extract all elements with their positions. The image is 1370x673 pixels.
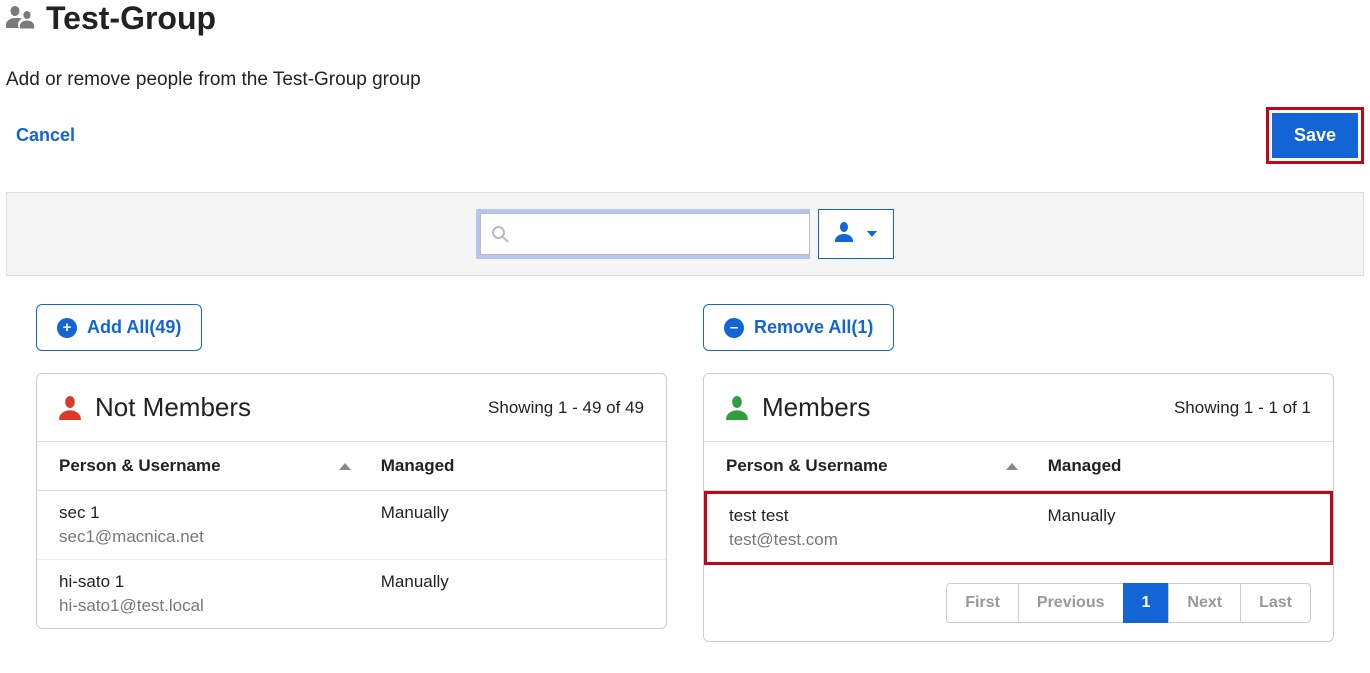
table-row[interactable]: sec 1 sec1@macnica.net Manually [37,491,666,560]
chevron-down-icon [867,231,877,237]
add-all-button[interactable]: + Add All(49) [36,304,202,351]
save-highlight: Save [1266,107,1364,164]
person-name: test test [729,506,1047,526]
pager-first[interactable]: First [946,583,1019,623]
minus-circle-icon: – [724,318,744,338]
table-row[interactable]: hi-sato 1 hi-sato1@test.local Manually [37,560,666,628]
person-username: sec1@macnica.net [59,527,381,547]
search-input[interactable] [519,214,809,254]
pager-last[interactable]: Last [1240,583,1311,623]
person-username: test@test.com [729,530,1047,550]
page-title: Test-Group [46,0,216,37]
add-all-label: Add All(49) [87,317,181,338]
members-title: Members [762,392,1160,423]
remove-all-button[interactable]: – Remove All(1) [703,304,894,351]
pager-page-1[interactable]: 1 [1123,583,1170,623]
search-type-dropdown[interactable] [818,209,894,259]
pager-previous[interactable]: Previous [1018,583,1124,623]
col-person-username[interactable]: Person & Username [726,456,1048,476]
person-username: hi-sato1@test.local [59,596,381,616]
sort-asc-icon [1006,463,1018,470]
person-name: sec 1 [59,503,381,523]
not-members-range: Showing 1 - 49 of 49 [488,398,644,418]
person-icon [726,396,748,420]
managed-value: Manually [381,572,644,616]
managed-value: Manually [381,503,644,547]
page-subtitle: Add or remove people from the Test-Group… [6,69,1364,91]
members-range: Showing 1 - 1 of 1 [1174,398,1311,418]
col-managed[interactable]: Managed [1048,456,1311,476]
person-icon [835,222,853,247]
cancel-button[interactable]: Cancel [16,125,75,146]
table-row[interactable]: test test test@test.com Manually [704,491,1333,565]
save-button[interactable]: Save [1272,113,1358,158]
not-members-title: Not Members [95,392,474,423]
managed-value: Manually [1047,506,1308,550]
group-icon [6,5,36,33]
not-members-panel: Not Members Showing 1 - 49 of 49 Person … [36,373,667,629]
search-toolbar [6,192,1364,276]
sort-asc-icon [339,463,351,470]
members-panel: Members Showing 1 - 1 of 1 Person & User… [703,373,1334,642]
pager-next[interactable]: Next [1168,583,1241,623]
pager: First Previous 1 Next Last [704,565,1333,641]
col-managed[interactable]: Managed [381,456,644,476]
col-person-username[interactable]: Person & Username [59,456,381,476]
person-name: hi-sato 1 [59,572,381,592]
remove-all-label: Remove All(1) [754,317,873,338]
plus-circle-icon: + [57,318,77,338]
person-icon [59,396,81,420]
search-icon [491,225,509,243]
